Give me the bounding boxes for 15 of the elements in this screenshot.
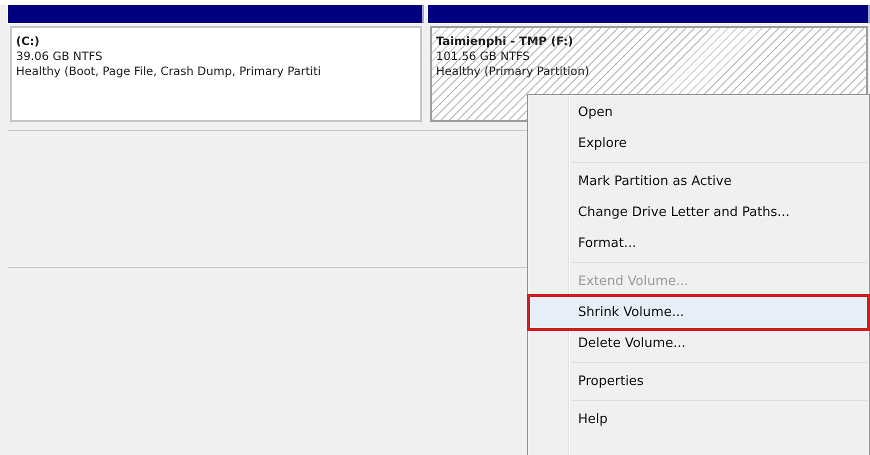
- menu-item[interactable]: Help: [530, 404, 867, 435]
- menu-item[interactable]: Properties: [530, 366, 867, 397]
- partition-label: Taimienphi - TMP (F:): [436, 34, 574, 49]
- menu-item[interactable]: Mark Partition as Active: [530, 166, 867, 197]
- partition-block[interactable]: (C:) 39.06 GB NTFS Healthy (Boot, Page File, Crash Dump, Primary Partiti: [10, 26, 422, 122]
- partition-status: Healthy (Primary Partition): [436, 64, 590, 79]
- partition-size: 101.56 GB NTFS: [436, 49, 531, 64]
- partition-size: 39.06 GB NTFS: [16, 49, 104, 64]
- menu-item[interactable]: Format...: [530, 228, 867, 259]
- menu-item[interactable]: Shrink Volume...: [530, 297, 867, 328]
- menu-item[interactable]: Change Drive Letter and Paths...: [530, 197, 867, 228]
- menu-item[interactable]: Explore: [530, 128, 867, 159]
- partition-status: Healthy (Boot, Page File, Crash Dump, Primary Partiti: [16, 64, 322, 79]
- menu-item[interactable]: Delete Volume...: [530, 328, 867, 359]
- partition-label: (C:): [16, 34, 41, 49]
